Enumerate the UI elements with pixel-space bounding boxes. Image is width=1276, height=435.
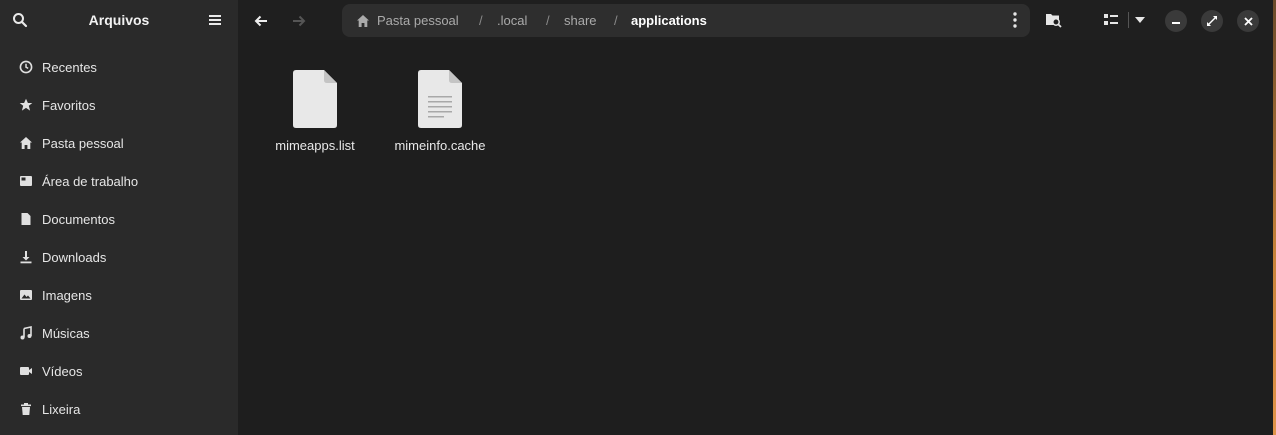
forward-button[interactable] [286, 8, 312, 34]
sidebar-item-label: Músicas [42, 325, 90, 341]
breadcrumb-separator: / [479, 13, 483, 28]
sidebar-item-label: Documentos [42, 211, 115, 227]
search-folder-button[interactable] [1043, 9, 1065, 31]
sidebar-item-label: Pasta pessoal [42, 135, 124, 151]
minimize-icon [1172, 22, 1180, 24]
desktop-icon [18, 173, 34, 189]
sidebar-item-imagens[interactable]: Imagens [0, 276, 238, 314]
sidebar-item-label: Favoritos [42, 97, 96, 113]
path-bar: Pasta pessoal / .local / share / applica… [342, 4, 1030, 37]
sidebar-item-recentes[interactable]: Recentes [0, 48, 238, 86]
close-button[interactable] [1237, 10, 1259, 32]
arrow-left-icon [254, 15, 267, 27]
trash-icon [18, 401, 34, 417]
sidebar-item-label: Imagens [42, 287, 92, 303]
sidebar-item-label: Downloads [42, 249, 107, 265]
sidebar-item-label: Vídeos [42, 363, 83, 379]
file-item[interactable]: mimeapps.list [265, 70, 365, 153]
sidebar-item-documentos[interactable]: Documentos [0, 200, 238, 238]
view-mode-button[interactable] [1100, 9, 1122, 31]
close-icon [1243, 16, 1253, 26]
sidebar-item-videos[interactable]: Vídeos [0, 352, 238, 390]
main-menu-button[interactable] [206, 11, 224, 29]
back-button[interactable] [248, 8, 274, 34]
breadcrumb-separator: / [546, 13, 550, 28]
file-item[interactable]: mimeinfo.cache [390, 70, 490, 153]
music-icon [18, 325, 34, 341]
video-icon [18, 363, 34, 379]
sidebar-item-lixeira[interactable]: Lixeira [0, 390, 238, 428]
sidebar-item-area-de-trabalho[interactable]: Área de trabalho [0, 162, 238, 200]
folder-search-icon [1046, 14, 1062, 28]
breadcrumb-local[interactable]: .local [497, 13, 527, 28]
sidebar-item-pasta-pessoal[interactable]: Pasta pessoal [0, 124, 238, 162]
path-menu-button[interactable] [1006, 11, 1024, 29]
text-file-icon [418, 70, 462, 128]
sidebar-list: Recentes Favoritos Pasta pessoal Área de… [0, 48, 238, 428]
minimize-button[interactable] [1165, 10, 1187, 32]
app-title: Arquivos [88, 12, 150, 28]
sidebar: Arquivos Recentes Favoritos Pasta pessoa… [0, 0, 238, 435]
file-name: mimeinfo.cache [394, 138, 486, 153]
star-icon [18, 97, 34, 113]
hamburger-icon [209, 15, 221, 25]
sidebar-item-favoritos[interactable]: Favoritos [0, 86, 238, 124]
maximize-icon [1207, 16, 1217, 26]
arrow-right-icon [293, 15, 306, 27]
home-icon [18, 135, 34, 151]
download-icon [18, 249, 34, 265]
home-icon [357, 15, 369, 27]
sidebar-item-label: Recentes [42, 59, 97, 75]
list-view-icon [1104, 14, 1118, 25]
view-options-button[interactable] [1129, 9, 1151, 31]
breadcrumb-applications[interactable]: applications [631, 13, 707, 28]
maximize-button[interactable] [1201, 10, 1223, 32]
file-name: mimeapps.list [275, 138, 355, 153]
file-icon [293, 70, 337, 128]
breadcrumb-pasta-pessoal[interactable]: Pasta pessoal [377, 13, 459, 28]
sidebar-item-label: Área de trabalho [42, 173, 139, 189]
sidebar-item-downloads[interactable]: Downloads [0, 238, 238, 276]
sidebar-header: Arquivos [0, 0, 238, 40]
sidebar-item-musicas[interactable]: Músicas [0, 314, 238, 352]
chevron-down-icon [1135, 17, 1145, 23]
sidebar-item-label: Lixeira [42, 401, 81, 417]
vertical-dots-icon [1013, 12, 1017, 28]
clock-icon [18, 59, 34, 75]
document-icon [18, 211, 34, 227]
image-icon [18, 287, 34, 303]
breadcrumb-separator: / [614, 13, 618, 28]
breadcrumb-share[interactable]: share [564, 13, 597, 28]
